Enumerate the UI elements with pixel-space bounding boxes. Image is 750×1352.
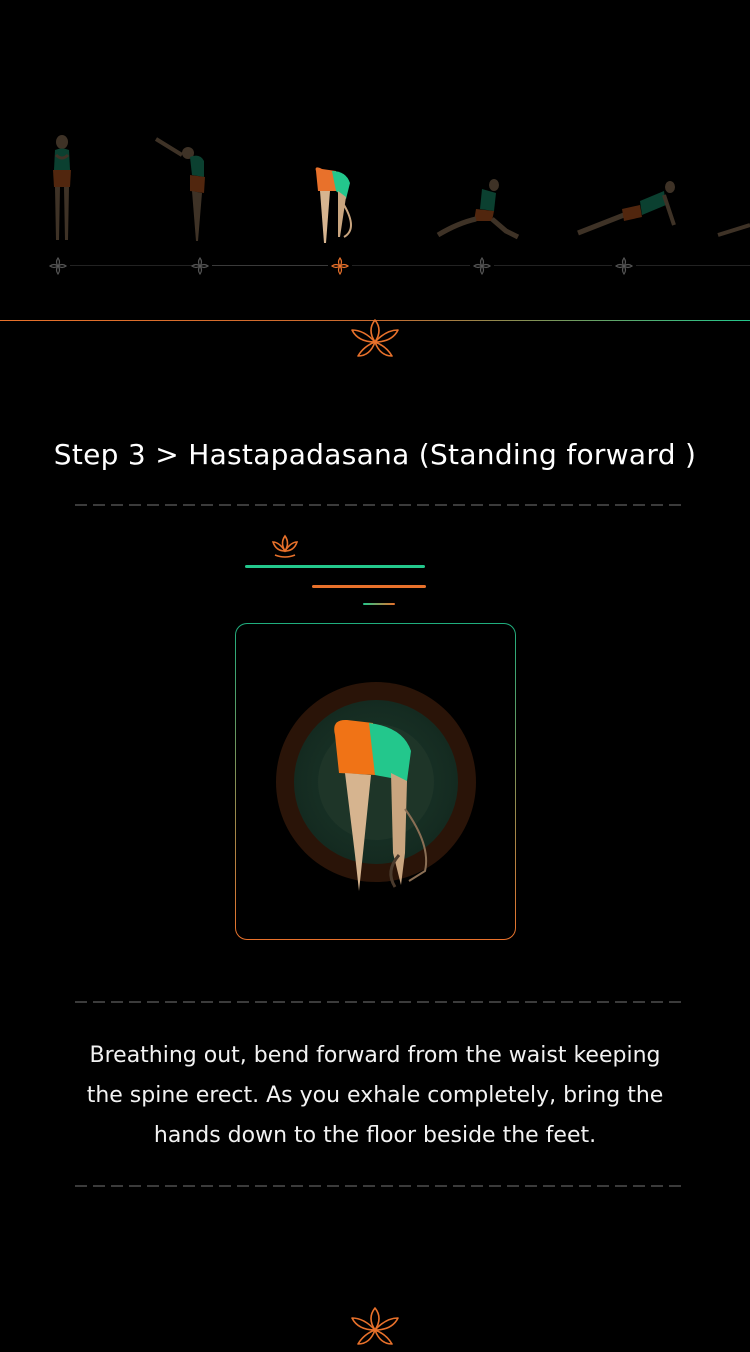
carousel-track — [212, 265, 328, 266]
pose-thumbnail-6[interactable] — [712, 125, 750, 255]
carousel-track — [352, 265, 470, 266]
pose-thumbnail-5[interactable] — [577, 125, 676, 255]
step-title: Step 3 > Hastapadasana (Standing forward… — [53, 438, 697, 471]
dashed-divider — [75, 504, 686, 506]
flower-marker-icon-active[interactable] — [330, 256, 350, 276]
lotus-icon — [348, 1304, 402, 1348]
pose-thumbnail-4[interactable] — [436, 125, 520, 255]
pose-thumbnail-3[interactable] — [296, 125, 376, 255]
flower-marker-icon[interactable] — [472, 256, 492, 276]
accent-bar-green — [245, 565, 425, 568]
carousel-track — [494, 265, 612, 266]
flower-marker-icon[interactable] — [190, 256, 210, 276]
pose-illustration — [275, 681, 476, 891]
accent-bar-small — [363, 603, 395, 605]
flower-marker-icon[interactable] — [614, 256, 634, 276]
accent-bar-orange — [312, 585, 426, 588]
pose-thumbnail-1[interactable] — [22, 125, 102, 255]
small-lotus-icon — [271, 533, 299, 559]
pose-illustration-card — [235, 623, 516, 940]
carousel-track — [70, 265, 195, 266]
dashed-divider — [75, 1185, 686, 1187]
flower-marker-icon[interactable] — [48, 256, 68, 276]
pose-carousel[interactable] — [0, 0, 750, 320]
dashed-divider — [75, 1001, 686, 1003]
carousel-track — [636, 265, 750, 266]
pose-thumbnail-2[interactable] — [152, 125, 232, 255]
step-description: Breathing out, bend forward from the wai… — [86, 1043, 664, 1148]
lotus-icon — [348, 316, 402, 360]
